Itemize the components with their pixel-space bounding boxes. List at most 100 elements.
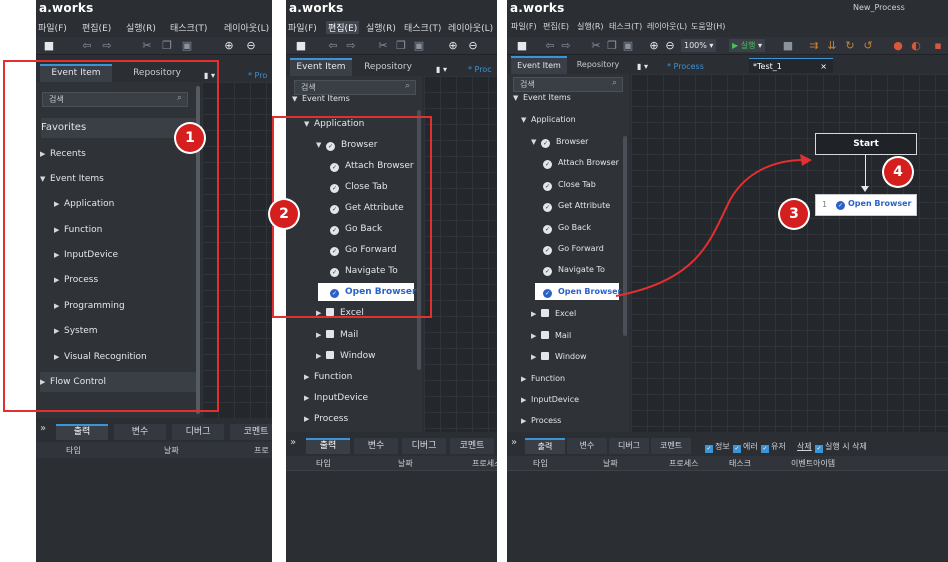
collapse-icon[interactable]: » (511, 437, 517, 448)
doc-tab-process[interactable]: * Proc (468, 62, 492, 77)
menu-layout[interactable]: 레이아웃(L) (448, 21, 493, 34)
paste-icon[interactable]: ▣ (412, 39, 426, 53)
tree-event-items[interactable]: ▼ Event Items (292, 92, 350, 106)
menu-run[interactable]: 실행(R) (126, 21, 156, 34)
search-input[interactable]: 검색 ⌕ (513, 77, 623, 92)
paste-icon[interactable]: ▣ (621, 39, 635, 53)
open-browser-activity[interactable]: 1 ✓ Open Browser (815, 194, 917, 216)
tab-debug[interactable]: 디버그 (172, 424, 224, 440)
menu-layout[interactable]: 레이아웃(L) (224, 21, 269, 34)
zoom-out-icon[interactable]: ⊖ (663, 39, 677, 53)
menu-help[interactable]: 도움말(H) (691, 21, 725, 32)
tree-close-tab[interactable]: ✓ Close Tab (543, 175, 596, 195)
back-icon[interactable]: ⇦ (543, 39, 557, 53)
tree-process[interactable]: ▶ Process (521, 411, 561, 431)
tree-mail[interactable]: ▶ Mail (531, 326, 571, 346)
zoom-in-icon[interactable]: ⊕ (222, 39, 236, 53)
menu-file[interactable]: 파일(F) (511, 21, 537, 32)
zoom-out-icon[interactable]: ⊖ (244, 39, 258, 53)
cut-icon[interactable]: ✂ (376, 39, 390, 53)
tree-window[interactable]: ▶ Window (531, 347, 587, 367)
filter-error[interactable]: ✓ 에러 (733, 441, 758, 453)
menu-layout[interactable]: 레이아웃(L) (647, 21, 687, 32)
stop-icon[interactable]: ■ (781, 39, 795, 53)
tab-variables[interactable]: 변수 (114, 424, 166, 440)
save-icon[interactable]: ■ (515, 39, 529, 53)
record-icon[interactable]: ▪ (931, 39, 945, 53)
resume-icon[interactable]: ↺ (861, 39, 875, 53)
tree-function[interactable]: ▶ Function (304, 367, 352, 387)
collapse-icon[interactable]: » (290, 437, 296, 448)
doc-tab-test[interactable]: *Test_1 × (749, 58, 833, 73)
zoom-select[interactable]: 100% ▾ (681, 39, 717, 52)
zoom-in-icon[interactable]: ⊕ (446, 39, 460, 53)
step-icon[interactable]: ⇉ (807, 39, 821, 53)
tree-excel[interactable]: ▶ Excel (531, 304, 576, 324)
tab-comment[interactable]: 코멘트 (651, 438, 691, 454)
cut-icon[interactable]: ✂ (589, 39, 603, 53)
back-icon[interactable]: ⇦ (326, 39, 340, 53)
tree-inputdevice[interactable]: ▶ InputDevice (521, 390, 579, 410)
menu-task[interactable]: 태스크(T) (404, 21, 441, 34)
tab-debug[interactable]: 디버그 (402, 438, 446, 454)
tab-comment[interactable]: 코멘트 (450, 438, 494, 454)
tab-debug[interactable]: 디버그 (609, 438, 649, 454)
copy-icon[interactable]: ❐ (394, 39, 408, 53)
tab-repository[interactable]: Repository (569, 56, 627, 74)
scrollbar[interactable] (623, 136, 627, 336)
doc-tab-process[interactable]: * Process (663, 59, 749, 74)
tab-repository[interactable]: Repository (354, 58, 422, 76)
forward-icon[interactable]: ⇨ (344, 39, 358, 53)
step-out-icon[interactable]: ↻ (843, 39, 857, 53)
tree-inputdevice[interactable]: ▶ InputDevice (304, 388, 368, 408)
tree-application[interactable]: ▼ Application (521, 110, 576, 130)
tab-output[interactable]: 출력 (525, 438, 565, 454)
close-icon[interactable]: × (820, 59, 827, 74)
back-icon[interactable]: ⇦ (80, 39, 94, 53)
tree-get-attribute[interactable]: ✓ Get Attribute (543, 196, 610, 216)
cut-icon[interactable]: ✂ (140, 39, 154, 53)
tree-process[interactable]: ▶ Process (304, 409, 348, 429)
tab-output[interactable]: 출력 (56, 424, 108, 440)
tab-output[interactable]: 출력 (306, 438, 350, 454)
tab-variables[interactable]: 변수 (567, 438, 607, 454)
tab-comment[interactable]: 코멘트 (230, 424, 272, 440)
tree-go-forward[interactable]: ✓ Go Forward (543, 239, 604, 259)
tree-browser[interactable]: ▼ ✓ Browser (531, 132, 588, 152)
menu-file[interactable]: 파일(F) (38, 21, 67, 34)
save-icon[interactable]: ■ (42, 39, 56, 53)
menu-edit[interactable]: 편집(E) (82, 21, 111, 34)
menu-edit[interactable]: 편집(E) (543, 21, 569, 32)
step-into-icon[interactable]: ⇊ (825, 39, 839, 53)
tree-navigate-to[interactable]: ✓ Navigate To (543, 260, 605, 280)
tab-variables[interactable]: 변수 (354, 438, 398, 454)
menu-task[interactable]: 태스크(T) (170, 21, 207, 34)
zoom-in-icon[interactable]: ⊕ (647, 39, 661, 53)
filter-info[interactable]: ✓ 정보 (705, 441, 730, 453)
forward-icon[interactable]: ⇨ (559, 39, 573, 53)
new-doc-icon[interactable]: ▮ ▾ (637, 59, 648, 74)
copy-icon[interactable]: ❐ (605, 39, 619, 53)
filter-user[interactable]: ✓ 유저 (761, 441, 786, 453)
forward-icon[interactable]: ⇨ (100, 39, 114, 53)
menu-run[interactable]: 실행(R) (366, 21, 396, 34)
save-icon[interactable]: ■ (294, 39, 308, 53)
tree-attach-browser[interactable]: ✓ Attach Browser (543, 153, 619, 173)
new-doc-icon[interactable]: ▮ ▾ (436, 62, 447, 77)
run-button[interactable]: ▶ 실행 ▾ (729, 39, 765, 52)
menu-edit[interactable]: 편집(E) (326, 21, 360, 34)
breakpoint-icon[interactable]: ● (891, 39, 905, 53)
tree-function[interactable]: ▶ Function (521, 369, 565, 389)
tab-event-item[interactable]: Event Item (290, 58, 352, 76)
tree-go-back[interactable]: ✓ Go Back (543, 218, 591, 238)
start-node[interactable]: Start (815, 133, 917, 155)
tree-event-items[interactable]: ▼ Event Items (513, 91, 571, 105)
menu-file[interactable]: 파일(F) (288, 21, 317, 34)
doc-tab-process[interactable]: * Pro (248, 68, 267, 83)
tab-event-item[interactable]: Event Item (511, 56, 567, 74)
tree-window[interactable]: ▶ Window (316, 346, 376, 366)
paste-icon[interactable]: ▣ (180, 39, 194, 53)
process-canvas[interactable] (631, 74, 948, 432)
clear-breakpoint-icon[interactable]: ◐ (909, 39, 923, 53)
tree-mail[interactable]: ▶ Mail (316, 325, 358, 345)
